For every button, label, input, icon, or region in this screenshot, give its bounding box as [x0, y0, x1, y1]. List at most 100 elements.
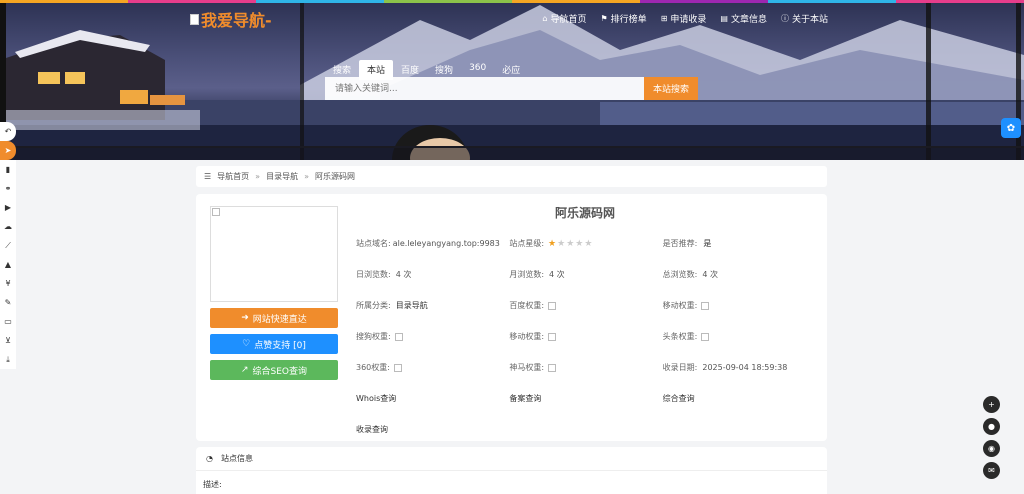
shoulu-link[interactable]: 收录查询: [356, 424, 512, 435]
broken-image-icon: [212, 208, 220, 216]
site-title: 阿乐源码网: [555, 206, 616, 220]
nav-label: 关于本站: [791, 15, 828, 25]
visit-site-button[interactable]: ➜ 网站快速直达: [210, 308, 338, 328]
baidu-weight-field: 百度权重:: [509, 300, 662, 311]
date-field: 收录日期: 2025-09-04 18:59:38: [662, 363, 788, 372]
360-weight-field: 360权重:: [356, 362, 509, 373]
star-icon-empty: ★: [566, 238, 575, 249]
mail-icon[interactable]: ✉: [983, 462, 1000, 479]
broken-image-icon: [701, 332, 710, 341]
shenma-weight-field: 神马权重:: [509, 362, 662, 373]
site-info-grid: 站点域名: ale.leleyangyang.top:9983 站点星级: ★ ★…: [356, 228, 816, 445]
site-logo[interactable]: 我爱导航-: [190, 7, 272, 31]
nav-item-submit[interactable]: ⊞ 申请收录: [661, 12, 707, 25]
qq-icon[interactable]: ●: [983, 418, 1000, 435]
plus-square-icon: ⊞: [660, 14, 668, 23]
yen-icon[interactable]: ¥: [0, 274, 16, 293]
right-float-buttons: + ● ◉ ✉: [983, 396, 1000, 479]
mobile-weight-field-2: 移动权重:: [509, 331, 662, 342]
broken-image-icon: [548, 301, 557, 310]
broken-image-icon: [394, 332, 403, 341]
search-input[interactable]: [325, 77, 644, 100]
rss-icon: ◔: [206, 454, 213, 463]
button-label: 综合SEO查询: [252, 366, 308, 377]
daily-views-field: 日浏览数: 4 次: [356, 270, 412, 279]
broken-image-icon: [701, 301, 710, 310]
star-icon-empty: ★: [557, 238, 566, 249]
site-thumbnail: [210, 206, 338, 302]
category-link[interactable]: 目录导航: [396, 300, 428, 311]
broken-image-icon: [393, 363, 402, 372]
recommend-field: 是否推荐: 是: [662, 239, 712, 248]
chart-icon[interactable]: ⟋: [0, 236, 16, 255]
download-icon[interactable]: ⤓: [0, 350, 16, 369]
wechat-icon[interactable]: ◉: [983, 440, 1000, 457]
broken-image-icon: [190, 13, 199, 25]
graduation-cap-icon[interactable]: ▲: [0, 255, 16, 274]
star-rating: ★ ★ ★ ★ ★: [548, 239, 592, 249]
search-box: 本站搜索: [325, 77, 698, 100]
nav-label: 导航首页: [550, 15, 587, 25]
paper-plane-icon[interactable]: ➤: [0, 141, 16, 160]
cart-icon[interactable]: ⊻: [0, 331, 16, 350]
sogou-weight-field: 搜狗权重:: [356, 331, 509, 342]
arrow-circle-icon: ➜: [241, 313, 249, 323]
nav-item-ranking[interactable]: ⚑ 排行榜单: [601, 12, 647, 25]
book-icon: ▤: [720, 14, 728, 23]
total-views-field: 总浏览数: 4 次: [662, 270, 718, 279]
cloud-icon[interactable]: ☁: [0, 217, 16, 236]
video-icon[interactable]: ▶: [0, 198, 16, 217]
breadcrumb-home[interactable]: 导航首页: [217, 171, 249, 182]
site-info-header: ◔ 站点信息: [196, 447, 827, 471]
toutiao-weight-field: 头条权重:: [663, 331, 816, 342]
info-circle-icon: ⓘ: [780, 14, 789, 23]
beian-link[interactable]: 备案查询: [509, 393, 662, 404]
wrench-icon[interactable]: ✎: [0, 293, 16, 312]
breadcrumb-current: 阿乐源码网: [314, 172, 355, 181]
general-query-link[interactable]: 综合查询: [663, 393, 816, 404]
button-label: 点赞支持 [0]: [254, 340, 306, 351]
nav-label: 申请收录: [670, 15, 707, 25]
site-detail-card: ➜ 网站快速直达 ♡ 点赞支持 [0] ↗ 综合SEO查询 阿乐源码网 站点域名: al…: [196, 194, 827, 441]
domain-field: 站点域名: ale.leleyangyang.top:9983: [356, 239, 500, 248]
logo-text: 我爱导航-: [201, 11, 272, 30]
back-icon[interactable]: ↶: [0, 122, 16, 141]
share-icon[interactable]: ⚭: [0, 179, 16, 198]
domain-value: ale.leleyangyang.top:9983: [392, 239, 500, 248]
breadcrumb-category[interactable]: 目录导航: [266, 171, 298, 182]
star-icon-filled: ★: [548, 238, 557, 249]
like-button[interactable]: ♡ 点赞支持 [0]: [210, 334, 338, 354]
broken-image-icon: [548, 332, 557, 341]
monthly-views-value: 4 次: [549, 270, 565, 279]
category-field: 所属分类: 目录导航: [356, 300, 428, 311]
site-info-body: 描述:: [196, 471, 827, 494]
search-button[interactable]: 本站搜索: [644, 77, 698, 100]
monthly-views-field: 月浏览数: 4 次: [509, 270, 565, 279]
balcony-railing: [0, 146, 1024, 160]
nav-label: 文章信息: [730, 15, 767, 25]
keyboard-icon[interactable]: ▭: [0, 312, 16, 331]
button-label: 网站快速直达: [252, 314, 307, 325]
breadcrumb-sep: »: [304, 172, 309, 181]
apps-icon[interactable]: ✿: [1001, 118, 1021, 138]
menu-icon: ☰: [204, 172, 212, 181]
section-title: 站点信息: [220, 454, 253, 463]
broken-image-icon: [548, 363, 557, 372]
file-icon[interactable]: ▮: [0, 160, 16, 179]
top-color-strip: [0, 0, 1024, 3]
nav-label: 排行榜单: [610, 15, 647, 25]
star-icon-empty: ★: [575, 238, 584, 249]
total-views-value: 4 次: [702, 270, 718, 279]
left-toolbar: ↶ ➤ ▮ ⚭ ▶ ☁ ⟋ ▲ ¥ ✎ ▭ ⊻ ⤓: [0, 122, 16, 369]
external-link-icon: ↗: [240, 365, 249, 375]
home-icon: ⌂: [542, 14, 548, 23]
seo-query-button[interactable]: ↗ 综合SEO查询: [210, 360, 338, 380]
nav-item-articles[interactable]: ▤ 文章信息: [720, 12, 767, 25]
recommend-value: 是: [703, 239, 712, 248]
plus-icon[interactable]: +: [983, 396, 1000, 413]
nav-item-about[interactable]: ⓘ 关于本站: [781, 12, 828, 25]
breadcrumb: ☰ 导航首页 » 目录导航 » 阿乐源码网: [196, 166, 827, 187]
description-label: 描述:: [203, 480, 222, 489]
whois-link[interactable]: Whois查询: [356, 393, 509, 404]
nav-item-home[interactable]: ⌂ 导航首页: [542, 12, 586, 25]
